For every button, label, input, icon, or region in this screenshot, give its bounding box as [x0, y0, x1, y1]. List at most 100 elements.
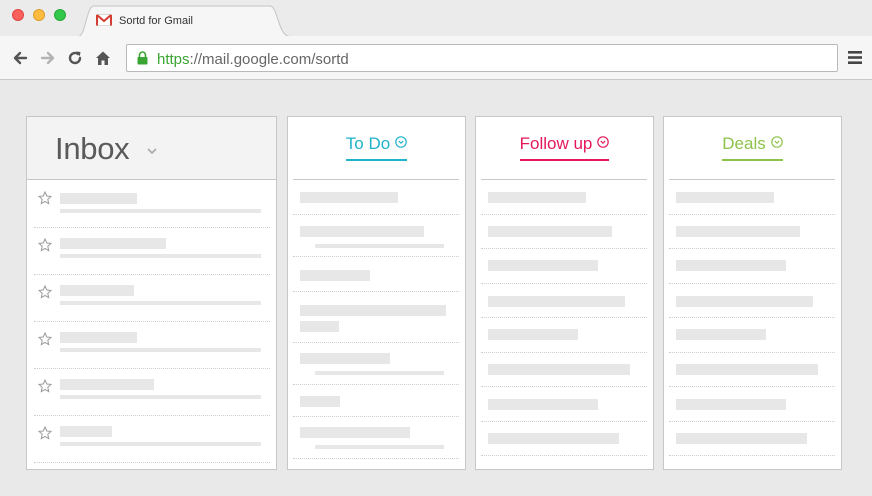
card-title-placeholder [300, 353, 390, 364]
column-header: Deals [664, 117, 841, 180]
email-sender-placeholder [60, 285, 134, 296]
reload-icon[interactable] [67, 50, 83, 66]
email-snippet-placeholder [60, 348, 261, 352]
arrow-left-icon[interactable] [12, 50, 28, 66]
card[interactable] [481, 387, 647, 422]
window-minimize-button[interactable] [33, 9, 45, 21]
email-snippet-placeholder [60, 209, 261, 213]
email-sender-placeholder [60, 193, 137, 204]
browser-tab[interactable]: Sortd for Gmail [78, 5, 290, 37]
column-todo: To Do [287, 116, 466, 470]
card[interactable] [481, 284, 647, 318]
card-title-placeholder [488, 226, 612, 237]
home-icon[interactable] [95, 50, 111, 66]
card-title-placeholder [300, 270, 370, 281]
star-icon[interactable] [38, 285, 52, 299]
column-header: To Do [288, 117, 465, 180]
star-icon[interactable] [38, 332, 52, 346]
card[interactable] [481, 318, 647, 353]
address-bar[interactable]: https://mail.google.com/sortd [126, 44, 838, 72]
card-title-placeholder [488, 329, 578, 340]
card[interactable] [293, 215, 459, 257]
email-sender-placeholder [60, 426, 112, 437]
card-title-placeholder [488, 433, 619, 444]
card[interactable] [293, 417, 459, 459]
window-maximize-button[interactable] [54, 9, 66, 21]
card[interactable] [293, 385, 459, 417]
email-sender-placeholder [60, 379, 154, 390]
card-title-placeholder [300, 305, 446, 316]
column-deals: Deals [663, 116, 842, 470]
gmail-icon [96, 14, 112, 26]
email-snippet-placeholder [60, 301, 261, 305]
column-followup: Follow up [475, 116, 654, 470]
chevron-circle-down-icon[interactable] [770, 136, 783, 148]
card[interactable] [669, 422, 835, 456]
chevron-circle-down-icon[interactable] [395, 136, 408, 148]
column-title-deals[interactable]: Deals [722, 134, 783, 161]
card-title-placeholder [676, 329, 766, 340]
card-title-placeholder [676, 226, 800, 237]
chevron-down-icon[interactable] [146, 147, 158, 155]
card[interactable] [293, 180, 459, 215]
card-title-placeholder [300, 427, 410, 438]
arrow-right-icon[interactable] [40, 50, 56, 66]
card[interactable] [669, 318, 835, 353]
card-title-placeholder [676, 260, 786, 271]
inbox-title[interactable]: Inbox [55, 131, 130, 167]
window-close-button[interactable] [12, 9, 24, 21]
card-title-placeholder [488, 192, 586, 203]
card-title-placeholder [488, 399, 598, 410]
email-sender-placeholder [60, 238, 166, 249]
card[interactable] [481, 353, 647, 387]
star-icon[interactable] [38, 426, 52, 440]
card-title-placeholder [488, 364, 630, 375]
card[interactable] [481, 249, 647, 284]
browser-toolbar: https://mail.google.com/sortd [0, 36, 872, 80]
card-title-placeholder [300, 321, 339, 332]
card-title-placeholder [676, 296, 813, 307]
card[interactable] [669, 284, 835, 318]
column-title-todo[interactable]: To Do [345, 134, 408, 161]
url-text[interactable]: https://mail.google.com/sortd [157, 51, 349, 68]
star-icon[interactable] [38, 379, 52, 393]
card-snippet-placeholder [315, 371, 444, 375]
email-sender-placeholder [60, 332, 137, 343]
email-row[interactable] [34, 369, 270, 416]
card[interactable] [669, 387, 835, 422]
url-scheme: https [157, 51, 190, 68]
card[interactable] [669, 215, 835, 249]
window-titlebar: Sortd for Gmail [0, 0, 872, 37]
star-icon[interactable] [38, 238, 52, 252]
card[interactable] [293, 257, 459, 292]
card[interactable] [293, 343, 459, 385]
inbox-header: Inbox [27, 117, 276, 180]
tab-title: Sortd for Gmail [119, 15, 193, 27]
card-title-placeholder [300, 396, 340, 407]
lock-icon [137, 51, 148, 65]
card-title-placeholder [300, 192, 398, 203]
card[interactable] [669, 180, 835, 215]
email-row[interactable] [34, 181, 270, 228]
email-row[interactable] [34, 416, 270, 463]
card[interactable] [481, 422, 647, 456]
chevron-circle-down-icon[interactable] [597, 136, 610, 148]
card-title-placeholder [676, 364, 818, 375]
card[interactable] [481, 180, 647, 215]
column-header: Follow up [476, 117, 653, 180]
card[interactable] [293, 292, 459, 343]
card-title-placeholder [488, 260, 598, 271]
email-row[interactable] [34, 228, 270, 275]
email-row[interactable] [34, 275, 270, 322]
card[interactable] [669, 353, 835, 387]
email-snippet-placeholder [60, 395, 261, 399]
card-snippet-placeholder [315, 244, 444, 248]
card[interactable] [669, 249, 835, 284]
card[interactable] [481, 215, 647, 249]
email-row[interactable] [34, 322, 270, 369]
card-title-placeholder [300, 226, 424, 237]
star-icon[interactable] [38, 191, 52, 205]
hamburger-menu-icon[interactable] [848, 51, 862, 64]
column-title-followup[interactable]: Follow up [519, 134, 610, 161]
card-title-placeholder [488, 296, 625, 307]
